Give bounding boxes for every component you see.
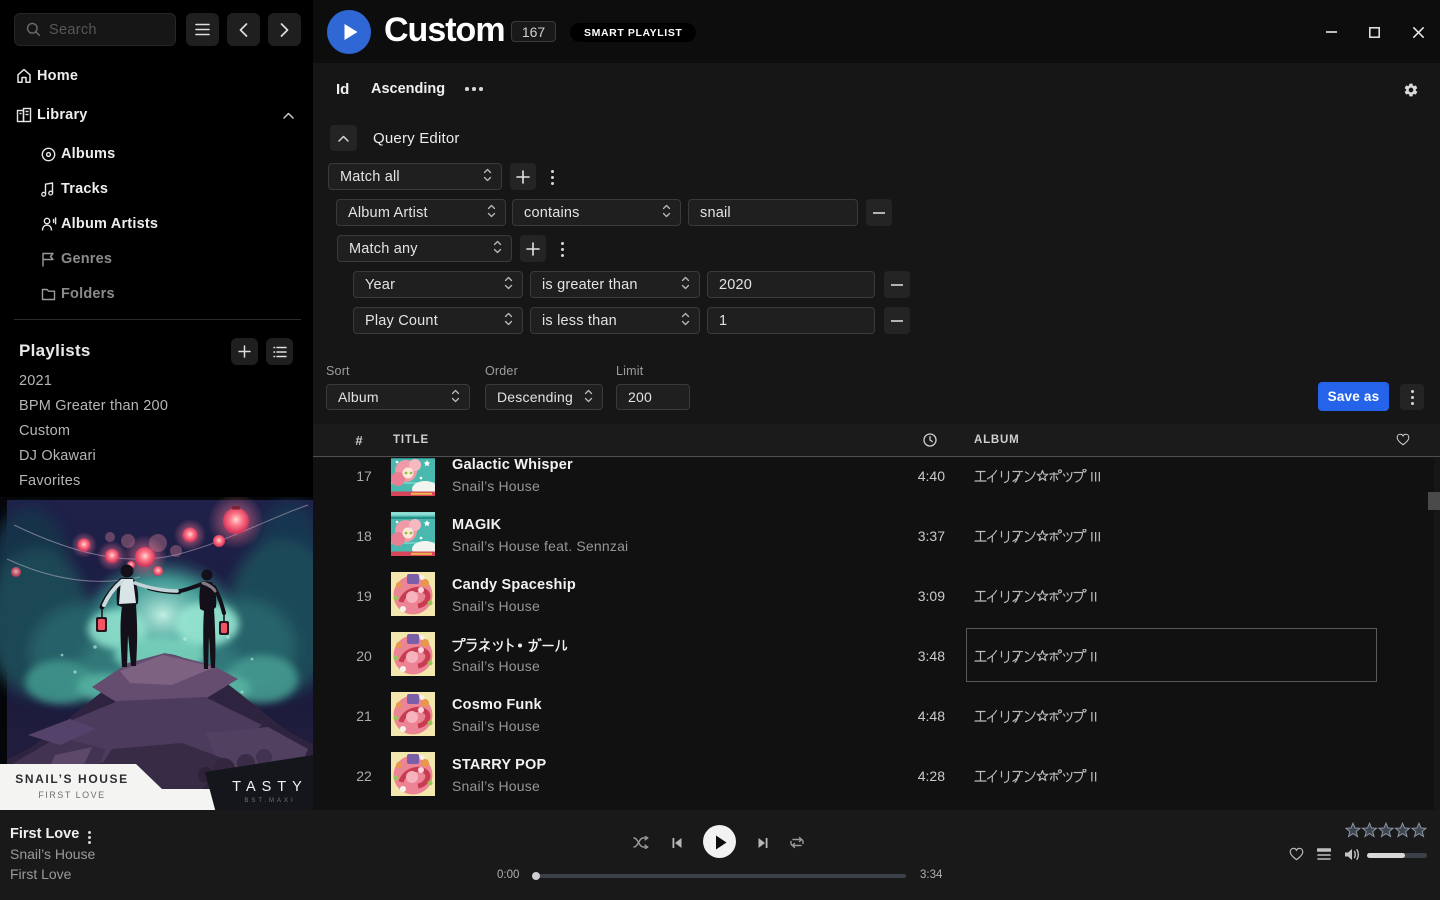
svg-text:II: II [1090,710,1098,725]
svg-text:FIRST LOVE: FIRST LOVE [38,790,105,800]
svg-text:SNAIL’S HOUSE: SNAIL’S HOUSE [15,772,128,786]
svg-text:III: III [1090,470,1101,485]
svg-text:BST.MAXI: BST.MAXI [244,798,295,804]
svg-text:II: II [1090,770,1098,785]
svg-text:TASTY: TASTY [232,779,308,795]
svg-text:III: III [1090,530,1101,545]
svg-text:II: II [1090,590,1098,605]
